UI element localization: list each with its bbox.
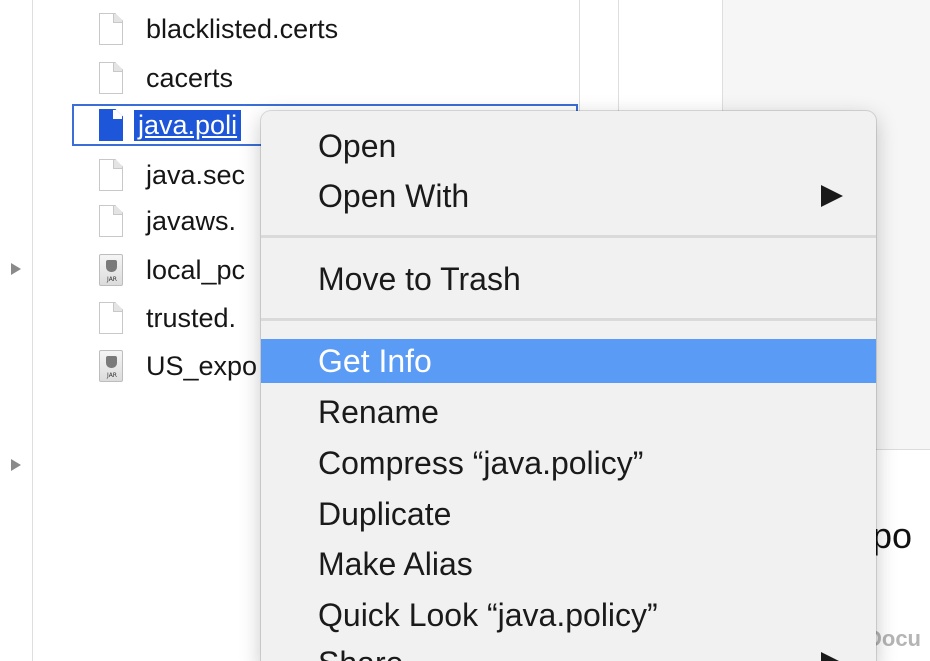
menu-item-label: Quick Look “java.policy” — [318, 596, 658, 633]
menu-separator — [261, 318, 876, 321]
file-row-cacerts[interactable]: cacerts — [96, 58, 578, 98]
menu-item-label: Open With — [318, 177, 470, 214]
disclosure-triangle-icon[interactable] — [11, 459, 21, 471]
menu-item-open-with[interactable]: Open With — [261, 174, 876, 218]
sidebar-column — [0, 0, 33, 661]
document-icon — [96, 60, 128, 96]
menu-item-get-info[interactable]: Get Info — [261, 339, 876, 383]
menu-item-label: Share — [318, 645, 403, 661]
menu-item-label: Make Alias — [318, 545, 473, 582]
menu-item-label: Rename — [318, 393, 439, 430]
menu-item-label: Compress “java.policy” — [318, 444, 644, 481]
file-row-blacklisted-certs[interactable]: blacklisted.certs — [96, 9, 578, 49]
file-name: US_expo — [146, 350, 258, 381]
menu-item-open[interactable]: Open — [261, 124, 876, 168]
disclosure-triangle-icon[interactable] — [11, 263, 21, 275]
menu-separator — [261, 235, 876, 238]
file-name: local_pc — [146, 254, 246, 285]
file-name: java.sec — [146, 159, 246, 190]
jar-icon: JAR — [96, 348, 128, 384]
file-name: java.poli — [134, 109, 242, 141]
menu-item-quick-look[interactable]: Quick Look “java.policy” — [261, 593, 876, 637]
submenu-arrow-icon — [821, 652, 843, 661]
file-name: javaws. — [146, 205, 237, 236]
menu-item-make-alias[interactable]: Make Alias — [261, 542, 876, 586]
document-icon — [96, 300, 128, 336]
menu-item-label: Open — [318, 127, 397, 164]
jar-icon: JAR — [96, 252, 128, 288]
document-icon — [96, 203, 128, 239]
menu-item-label: Get Info — [318, 342, 432, 379]
file-name: trusted. — [146, 302, 237, 333]
file-name: blacklisted.certs — [146, 13, 339, 44]
context-menu: Open Open With Move to Trash Get Info Re… — [261, 111, 876, 661]
menu-item-compress[interactable]: Compress “java.policy” — [261, 441, 876, 485]
file-name: cacerts — [146, 62, 234, 93]
menu-item-label: Duplicate — [318, 495, 452, 532]
menu-item-duplicate[interactable]: Duplicate — [261, 492, 876, 536]
submenu-arrow-icon — [821, 185, 843, 207]
document-icon — [96, 157, 128, 193]
document-icon — [96, 11, 128, 47]
menu-item-label: Move to Trash — [318, 260, 521, 297]
menu-item-move-to-trash[interactable]: Move to Trash — [261, 257, 876, 301]
document-icon — [96, 107, 128, 143]
menu-item-share[interactable]: Share — [261, 641, 876, 661]
menu-item-rename[interactable]: Rename — [261, 390, 876, 434]
